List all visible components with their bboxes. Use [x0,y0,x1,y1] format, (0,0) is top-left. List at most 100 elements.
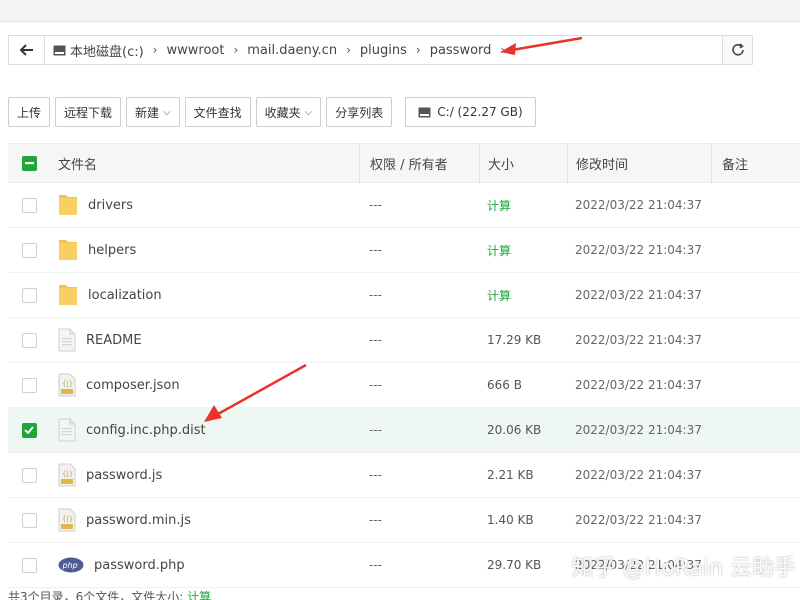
size-cell: 1.40 KB [487,513,534,527]
mtime-cell: 2022/03/22 21:04:37 [575,423,702,437]
table-row[interactable]: {|} password.js --- 2.21 KB 2022/03/22 21:04… [8,453,800,498]
perm-cell[interactable]: --- [359,558,479,572]
favorites-button[interactable]: 收藏夹 ⌵ [255,97,322,127]
row-checkbox[interactable] [21,287,37,303]
perm-cell[interactable]: --- [359,243,479,257]
file-table: 文件名 权限 / 所有者 大小 修改时间 备注 drivers --- 计算 2022… [8,143,800,588]
file-name-cell[interactable]: drivers [50,193,359,217]
arrow-left-icon [19,44,33,56]
perm-cell[interactable]: --- [359,378,479,392]
size-cell: 29.70 KB [487,558,542,572]
perm-cell[interactable]: --- [359,513,479,527]
code-file-icon: {|} [58,508,76,532]
table-row[interactable]: drivers --- 计算 2022/03/22 21:04:37 [8,183,800,228]
refresh-button[interactable] [722,36,752,64]
svg-text:{|}: {|} [62,470,73,478]
disk-button[interactable]: C:/ (22.27 GB) [405,97,536,127]
select-all-checkbox[interactable] [21,155,37,171]
chevron-down-icon: ⌵ [304,106,313,118]
share-list-button[interactable]: 分享列表 [326,97,393,127]
file-name[interactable]: config.inc.php.dist [86,423,206,438]
file-name-cell[interactable]: php password.php [50,557,359,573]
refresh-icon [731,43,744,56]
file-name[interactable]: composer.json [86,378,180,393]
file-name[interactable]: drivers [88,198,133,213]
table-row[interactable]: helpers --- 计算 2022/03/22 21:04:37 [8,228,800,273]
size-cell: 666 B [487,378,522,392]
crumb-domain[interactable]: mail.daeny.cn › [247,43,360,58]
toolbar: 上传 远程下载 新建 ⌵ 文件查找 收藏夹 ⌵ 分享列表 C:/ (22.27 … [8,96,541,128]
perm-cell[interactable]: --- [359,468,479,482]
drive-icon [418,107,431,117]
size-cell: 20.06 KB [487,423,542,437]
svg-text:php: php [62,561,78,570]
table-row[interactable]: localization --- 计算 2022/03/22 21:04:37 [8,273,800,318]
table-row[interactable]: {|} composer.json --- 666 B 2022/03/22 21:04… [8,363,800,408]
row-checkbox[interactable] [21,512,37,528]
perm-cell[interactable]: --- [359,288,479,302]
folder-icon [59,195,77,215]
table-row[interactable]: config.inc.php.dist --- 20.06 KB 2022/03/22… [8,408,800,453]
code-file-icon: {|} [58,373,76,397]
svg-text:{|}: {|} [62,380,73,388]
perm-cell[interactable]: --- [359,198,479,212]
watermark: 知乎 @HoRain 云助手 [571,556,796,581]
file-name[interactable]: README [86,333,142,348]
file-name[interactable]: password.min.js [86,513,191,528]
header-size[interactable]: 大小 [479,143,567,183]
row-checkbox[interactable] [21,197,37,213]
disk-label: C:/ (22.27 GB) [437,105,523,119]
file-name[interactable]: password.js [86,468,162,483]
folder-icon [59,285,77,305]
upload-button[interactable]: 上传 [8,97,51,127]
table-header: 文件名 权限 / 所有者 大小 修改时间 备注 [8,143,800,183]
file-search-button[interactable]: 文件查找 [184,97,251,127]
file-name-cell[interactable]: helpers [50,238,359,262]
new-button[interactable]: 新建 ⌵ [126,97,180,127]
file-icon [58,328,76,352]
drive-icon [53,45,66,55]
php-file-icon: php [58,557,84,573]
table-row[interactable]: README --- 17.29 KB 2022/03/22 21:04:37 [8,318,800,363]
file-name-cell[interactable]: {|} password.js [50,463,359,487]
crumb-plugins[interactable]: plugins › [360,43,430,58]
perm-cell[interactable]: --- [359,333,479,347]
mtime-cell: 2022/03/22 21:04:37 [575,333,702,347]
table-row[interactable]: {|} password.min.js --- 1.40 KB 2022/03/22 2… [8,498,800,543]
header-mtime[interactable]: 修改时间 [567,143,711,183]
file-name[interactable]: password.php [94,558,185,573]
size-cell[interactable]: 计算 [479,197,567,214]
header-perm[interactable]: 权限 / 所有者 [359,143,479,183]
perm-cell[interactable]: --- [359,423,479,437]
back-button[interactable] [9,36,45,64]
status-text: 共3个目录，6个文件，文件大小: [8,590,184,600]
header-name[interactable]: 文件名 [50,154,359,173]
mtime-cell: 2022/03/22 21:04:37 [575,468,702,482]
folder-icon [59,240,77,260]
row-checkbox[interactable] [21,332,37,348]
favorites-button-label: 收藏夹 [264,105,301,120]
file-name-cell[interactable]: README [50,328,359,352]
code-file-icon: {|} [58,463,76,487]
status-calc-link[interactable]: 计算 [187,590,211,600]
file-name[interactable]: helpers [88,243,136,258]
size-cell[interactable]: 计算 [479,287,567,304]
remote-download-button[interactable]: 远程下载 [55,97,122,127]
row-checkbox[interactable] [21,422,37,438]
new-button-label: 新建 [135,105,160,120]
crumb-wwwroot[interactable]: wwwroot › [166,43,247,58]
mtime-cell: 2022/03/22 21:04:37 [575,378,702,392]
top-strip [0,0,800,22]
status-bar: 共3个目录，6个文件，文件大小: 计算 [8,588,211,600]
file-name-cell[interactable]: {|} password.min.js [50,508,359,532]
row-checkbox[interactable] [21,377,37,393]
table-body: drivers --- 计算 2022/03/22 21:04:37 helpers --… [8,183,800,588]
file-name[interactable]: localization [88,288,162,303]
size-cell[interactable]: 计算 [479,242,567,259]
row-checkbox[interactable] [21,467,37,483]
crumb-drive[interactable]: 本地磁盘(c:) › [53,41,166,60]
file-name-cell[interactable]: localization [50,283,359,307]
row-checkbox[interactable] [21,557,37,573]
row-checkbox[interactable] [21,242,37,258]
mtime-cell: 2022/03/22 21:04:37 [575,198,702,212]
